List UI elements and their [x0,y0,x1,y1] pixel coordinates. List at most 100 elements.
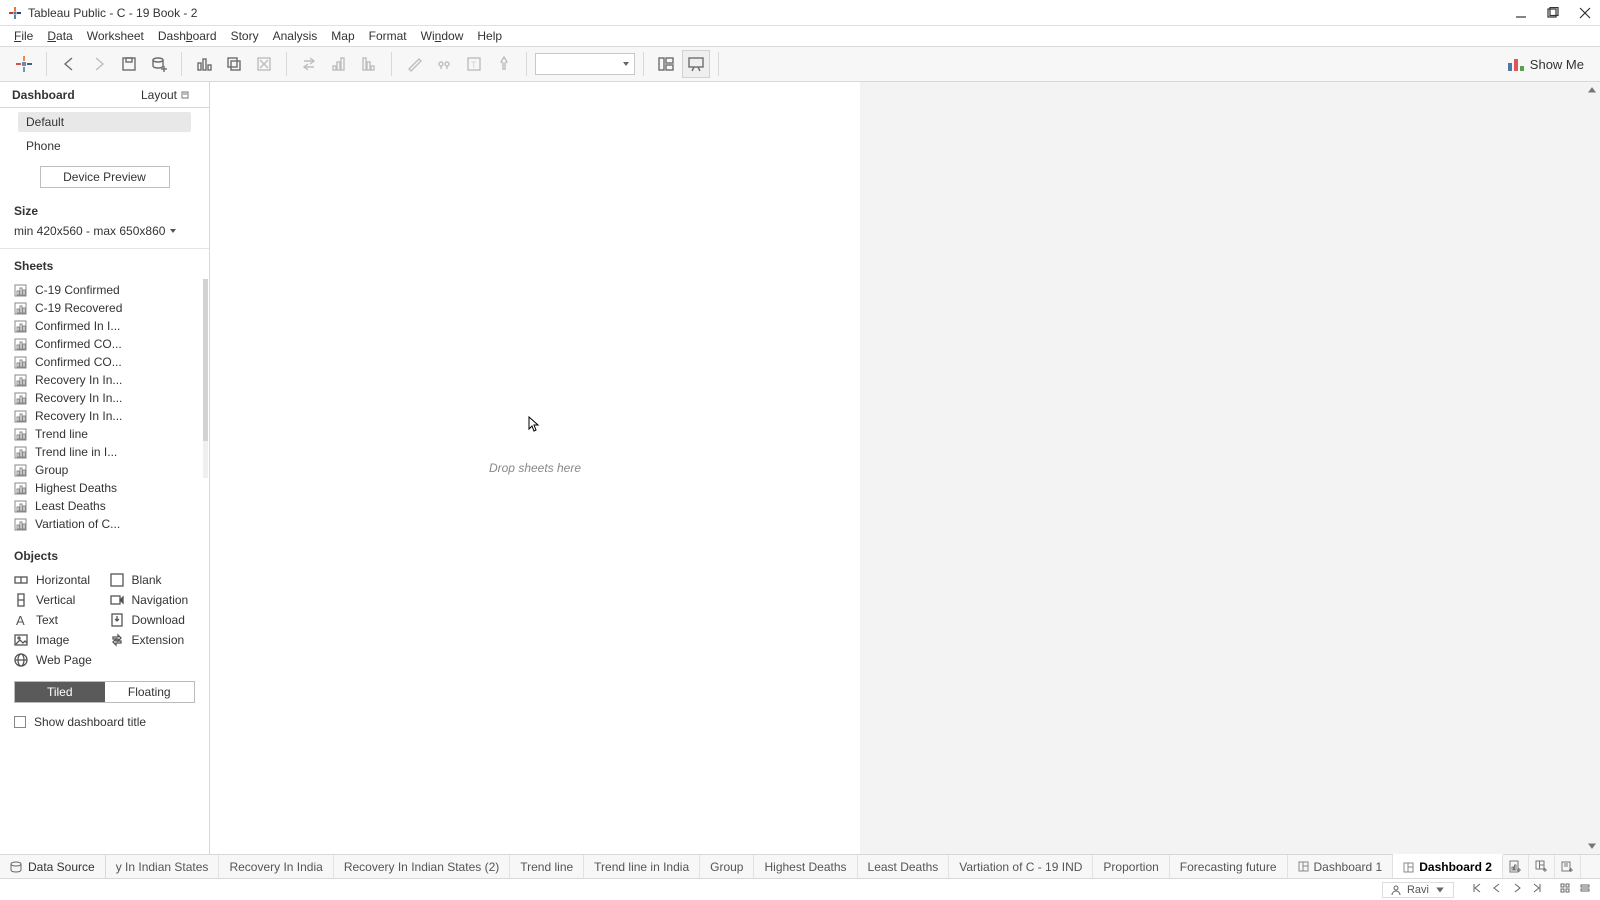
user-name: Ravi [1407,884,1429,896]
nav-first-icon[interactable] [1472,883,1482,896]
sheet-tab[interactable]: Vartiation of C - 19 IND [949,855,1093,878]
object-webpage[interactable]: Web Page [14,653,100,667]
sheet-item[interactable]: Confirmed CO... [14,335,199,353]
menu-story[interactable]: Story [225,27,265,45]
object-extension[interactable]: Extension [110,633,196,647]
sort-desc-icon[interactable] [355,50,383,78]
vertical-scrollbar[interactable] [1584,82,1600,854]
new-worksheet-tab-icon[interactable] [1503,855,1529,878]
device-preview-button[interactable]: Device Preview [40,166,170,188]
sheet-tab[interactable]: Least Deaths [858,855,950,878]
sheet-item[interactable]: Trend line in I... [14,443,199,461]
dashboard-tab[interactable]: Dashboard 1 [1288,855,1394,878]
nav-next-icon[interactable] [1512,883,1522,896]
duplicate-icon[interactable] [220,50,248,78]
maximize-icon[interactable] [1546,6,1560,20]
sheets-header: Sheets [0,249,209,277]
presentation-icon[interactable] [682,50,710,78]
sheet-tab[interactable]: Forecasting future [1170,855,1288,878]
menu-format[interactable]: Format [363,27,413,45]
sheet-item[interactable]: Trend line [14,425,199,443]
object-navigation[interactable]: Navigation [110,593,196,607]
object-image[interactable]: Image [14,633,100,647]
tableau-home-icon[interactable] [10,50,38,78]
sheet-item[interactable]: Confirmed In I... [14,317,199,335]
menu-window[interactable]: Window [415,27,470,45]
tile-toggle[interactable]: Tiled Floating [14,681,195,703]
sheet-item[interactable]: Least Deaths [14,497,199,515]
label-icon[interactable]: T [460,50,488,78]
sheet-tab[interactable]: Highest Deaths [754,855,857,878]
menu-file[interactable]: File [8,27,39,45]
show-title-checkbox[interactable] [14,716,26,728]
menu-data[interactable]: Data [41,27,78,45]
sheet-item[interactable]: Group [14,461,199,479]
sheet-tab[interactable]: Recovery In Indian States (2) [334,855,510,878]
scroll-down-icon[interactable] [1588,838,1596,854]
filmstrip-icon[interactable] [1560,883,1570,896]
sheet-item[interactable]: Recovery In In... [14,371,199,389]
menu-worksheet[interactable]: Worksheet [81,27,150,45]
tab-layout[interactable]: Layout [129,84,209,106]
sheets-list: C-19 Confirmed C-19 Recovered Confirmed … [0,277,209,539]
swap-icon[interactable] [295,50,323,78]
clear-icon[interactable] [250,50,278,78]
close-icon[interactable] [1578,6,1592,20]
tiled-button[interactable]: Tiled [15,682,105,702]
svg-text:T: T [471,60,477,70]
save-icon[interactable] [115,50,143,78]
pin-icon[interactable] [490,50,518,78]
nav-prev-icon[interactable] [1492,883,1502,896]
size-dropdown[interactable]: min 420x560 - max 650x860 [0,222,209,249]
back-icon[interactable] [55,50,83,78]
sheet-item[interactable]: C-19 Recovered [14,299,199,317]
show-title-label: Show dashboard title [34,715,146,729]
menu-dashboard[interactable]: Dashboard [152,27,223,45]
sheet-item[interactable]: C-19 Confirmed [14,281,199,299]
new-worksheet-icon[interactable] [190,50,218,78]
object-vertical[interactable]: Vertical [14,593,100,607]
sheet-tab[interactable]: Trend line [510,855,584,878]
device-default[interactable]: Default [18,112,191,132]
sheet-tab[interactable]: y In Indian States [106,855,220,878]
object-download[interactable]: Download [110,613,196,627]
dashboard-tab-active[interactable]: Dashboard 2 [1393,854,1503,878]
menu-map[interactable]: Map [325,27,360,45]
sheet-tab[interactable]: Proportion [1093,855,1169,878]
menu-help[interactable]: Help [471,27,508,45]
tab-dashboard[interactable]: Dashboard [0,84,87,106]
show-me-button[interactable]: Show Me [1502,57,1590,72]
nav-last-icon[interactable] [1532,883,1542,896]
forward-icon[interactable] [85,50,113,78]
minimize-icon[interactable] [1514,6,1528,20]
highlight-icon[interactable] [400,50,428,78]
sheet-item[interactable]: Recovery In In... [14,407,199,425]
floating-button[interactable]: Floating [105,682,195,702]
new-dashboard-tab-icon[interactable] [1529,855,1555,878]
sheet-item[interactable]: Confirmed CO... [14,353,199,371]
object-blank[interactable]: Blank [110,573,196,587]
device-phone[interactable]: Phone [18,136,191,156]
object-text[interactable]: AText [14,613,100,627]
sheet-tab[interactable]: Recovery In India [219,855,333,878]
group-icon[interactable] [430,50,458,78]
left-pane: Dashboard Layout Default Phone Device Pr… [0,82,210,854]
sheet-item[interactable]: Vartiation of C... [14,515,199,533]
fit-dropdown[interactable] [535,53,635,75]
show-cards-icon[interactable] [652,50,680,78]
new-data-icon[interactable] [145,50,173,78]
sheet-tab[interactable]: Group [700,855,754,878]
dashboard-canvas[interactable]: Drop sheets here [210,82,860,854]
data-source-tab[interactable]: Data Source [0,855,106,878]
sheet-item[interactable]: Highest Deaths [14,479,199,497]
menu-analysis[interactable]: Analysis [267,27,324,45]
user-dropdown[interactable]: Ravi [1382,882,1454,898]
sorter-icon[interactable] [1580,883,1590,896]
sort-asc-icon[interactable] [325,50,353,78]
object-horizontal[interactable]: Horizontal [14,573,100,587]
sheet-item[interactable]: Recovery In In... [14,389,199,407]
scroll-up-icon[interactable] [1588,82,1596,98]
sheets-scroll-thumb[interactable] [203,279,208,441]
new-story-tab-icon[interactable] [1555,855,1581,878]
sheet-tab[interactable]: Trend line in India [584,855,700,878]
